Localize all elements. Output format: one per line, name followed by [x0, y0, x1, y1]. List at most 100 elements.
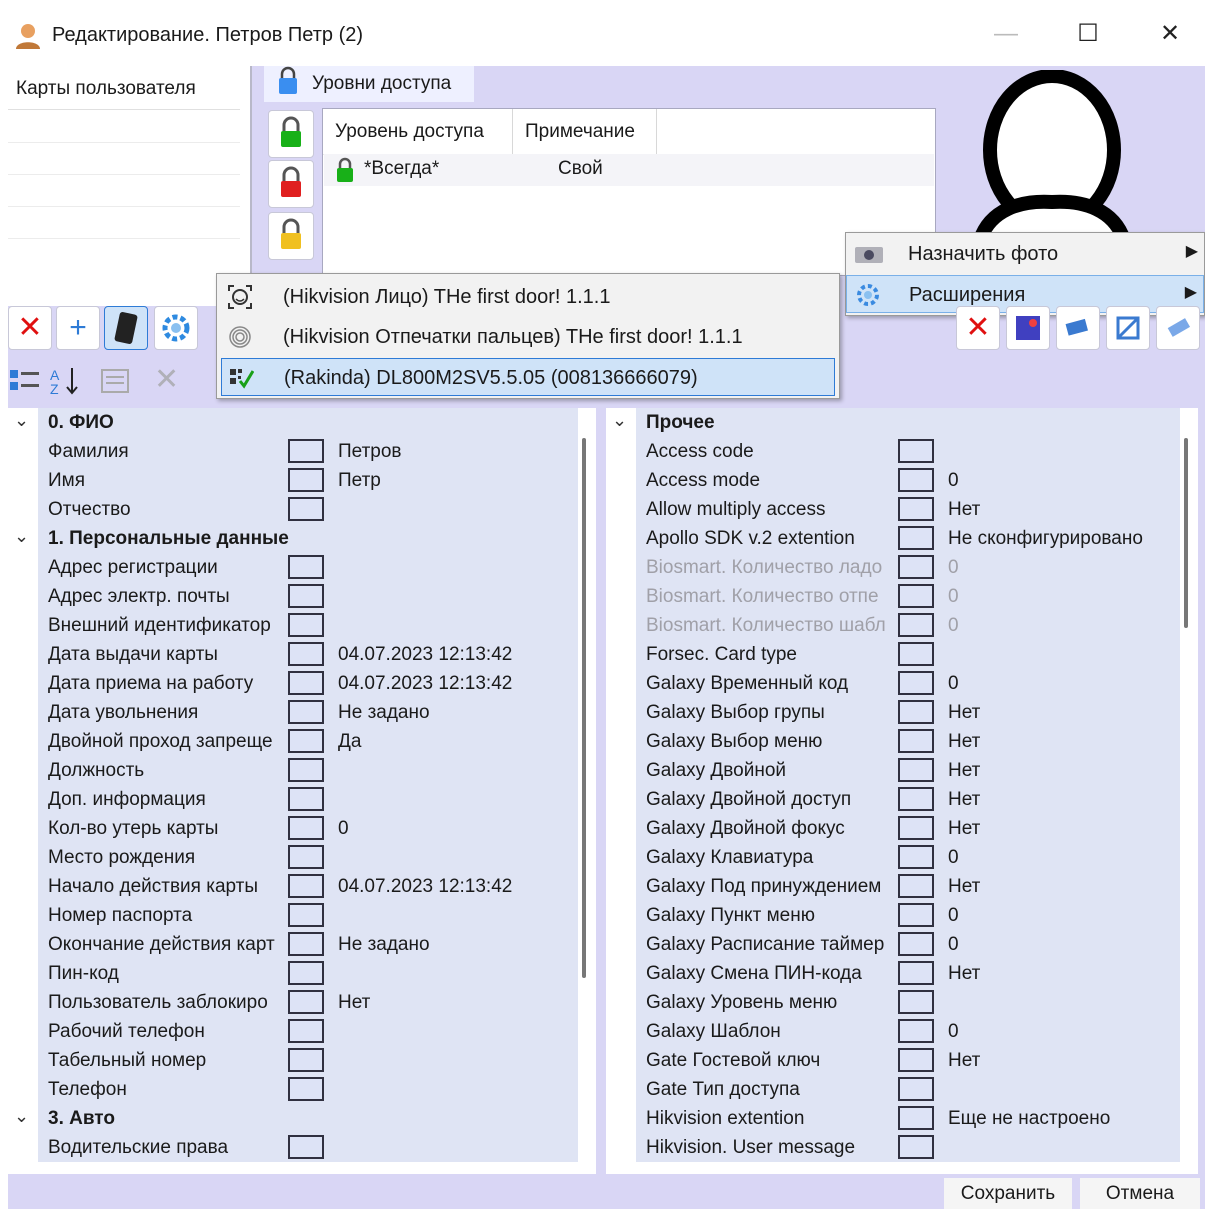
property-flag-box[interactable]: [288, 932, 324, 956]
table-row[interactable]: *Всегда* Свой: [324, 154, 934, 186]
category-row[interactable]: ⌄ 0. ФИО: [8, 408, 596, 437]
property-flag-box[interactable]: [288, 642, 324, 666]
partial-access-button[interactable]: [268, 212, 314, 260]
property-row[interactable]: Biosmart. Количество ладо 0: [606, 553, 1198, 582]
property-flag-box[interactable]: [898, 584, 934, 608]
chevron-down-icon[interactable]: ⌄: [14, 1106, 29, 1127]
menu-item-assign-photo[interactable]: Назначить фото ▶: [846, 235, 1204, 273]
property-row[interactable]: Galaxy Пункт меню 0: [606, 901, 1198, 930]
property-flag-box[interactable]: [898, 1135, 934, 1159]
property-flag-box[interactable]: [898, 961, 934, 985]
property-value[interactable]: Нет: [948, 963, 980, 985]
property-row[interactable]: Galaxy Смена ПИН-кода Нет: [606, 959, 1198, 988]
property-row[interactable]: Galaxy Под принуждением Нет: [606, 872, 1198, 901]
property-flag-box[interactable]: [898, 1019, 934, 1043]
property-flag-box[interactable]: [288, 468, 324, 492]
property-flag-box[interactable]: [288, 671, 324, 695]
category-row[interactable]: ⌄ Прочее: [606, 408, 1198, 437]
property-flag-box[interactable]: [288, 555, 324, 579]
property-row[interactable]: Дата выдачи карты 04.07.2023 12:13:42: [8, 640, 596, 669]
photo-edit-button[interactable]: [1006, 306, 1050, 350]
property-row[interactable]: Forsec. Card type: [606, 640, 1198, 669]
chevron-down-icon[interactable]: ⌄: [612, 410, 627, 431]
property-flag-box[interactable]: [288, 961, 324, 985]
property-flag-box[interactable]: [288, 1048, 324, 1072]
property-row[interactable]: Внешний идентификатор: [8, 611, 596, 640]
property-row[interactable]: Access code: [606, 437, 1198, 466]
property-row[interactable]: Пин-код: [8, 959, 596, 988]
property-flag-box[interactable]: [898, 1106, 934, 1130]
property-value[interactable]: Петров: [338, 441, 402, 463]
property-row[interactable]: Galaxy Двойной Нет: [606, 756, 1198, 785]
property-flag-box[interactable]: [288, 903, 324, 927]
property-value[interactable]: Не задано: [338, 934, 430, 956]
property-row[interactable]: Фамилия Петров: [8, 437, 596, 466]
property-value[interactable]: Нет: [948, 818, 980, 840]
property-flag-box[interactable]: [288, 584, 324, 608]
property-row[interactable]: Galaxy Клавиатура 0: [606, 843, 1198, 872]
property-row[interactable]: Номер паспорта: [8, 901, 596, 930]
property-row[interactable]: Водительские права: [8, 1133, 596, 1162]
property-row[interactable]: Galaxy Шаблон 0: [606, 1017, 1198, 1046]
cancel-button[interactable]: Отмена: [1080, 1178, 1200, 1209]
property-row[interactable]: Должность: [8, 756, 596, 785]
property-value[interactable]: Нет: [948, 789, 980, 811]
property-value[interactable]: 0: [948, 673, 959, 695]
property-value[interactable]: 0: [948, 615, 959, 637]
property-flag-box[interactable]: [288, 990, 324, 1014]
category-row[interactable]: ⌄ 3. Авто: [8, 1104, 596, 1133]
property-value[interactable]: Нет: [948, 702, 980, 724]
card-settings-button[interactable]: [154, 306, 198, 350]
property-flag-box[interactable]: [898, 1048, 934, 1072]
property-value[interactable]: 04.07.2023 12:13:42: [338, 644, 512, 666]
property-flag-box[interactable]: [898, 642, 934, 666]
scrollbar-thumb[interactable]: [1184, 438, 1188, 628]
property-value[interactable]: Нет: [338, 992, 370, 1014]
property-value[interactable]: 04.07.2023 12:13:42: [338, 876, 512, 898]
property-value[interactable]: 0: [948, 1021, 959, 1043]
property-value[interactable]: Не задано: [338, 702, 430, 724]
property-value[interactable]: Петр: [338, 470, 381, 492]
eraser-button[interactable]: [1156, 306, 1200, 350]
property-flag-box[interactable]: [898, 874, 934, 898]
property-row[interactable]: Место рождения: [8, 843, 596, 872]
property-flag-box[interactable]: [898, 439, 934, 463]
alphabetical-sort-button[interactable]: A Z: [48, 362, 82, 398]
property-row[interactable]: Allow multiply access Нет: [606, 495, 1198, 524]
property-flag-box[interactable]: [898, 613, 934, 637]
property-row[interactable]: Имя Петр: [8, 466, 596, 495]
property-row[interactable]: Доп. информация: [8, 785, 596, 814]
camera-capture-button[interactable]: [1056, 306, 1100, 350]
property-flag-box[interactable]: [288, 497, 324, 521]
deny-access-button[interactable]: [268, 160, 314, 208]
property-flag-box[interactable]: [898, 468, 934, 492]
add-card-button[interactable]: +: [56, 306, 100, 350]
property-flag-box[interactable]: [898, 758, 934, 782]
property-flag-box[interactable]: [898, 700, 934, 724]
property-flag-box[interactable]: [288, 758, 324, 782]
property-row[interactable]: Адрес электр. почты: [8, 582, 596, 611]
property-row[interactable]: Табельный номер: [8, 1046, 596, 1075]
property-pages-button[interactable]: [96, 362, 136, 398]
chevron-down-icon[interactable]: ⌄: [14, 410, 29, 431]
chevron-down-icon[interactable]: ⌄: [14, 526, 29, 547]
property-row[interactable]: Двойной проход запреще Да: [8, 727, 596, 756]
delete-photo-button[interactable]: ✕: [956, 306, 1000, 350]
property-row[interactable]: Galaxy Выбор меню Нет: [606, 727, 1198, 756]
property-value[interactable]: 0: [948, 470, 959, 492]
save-button[interactable]: Сохранить: [944, 1178, 1072, 1209]
property-flag-box[interactable]: [288, 1077, 324, 1101]
property-row[interactable]: Gate Гостевой ключ Нет: [606, 1046, 1198, 1075]
property-row[interactable]: Biosmart. Количество отпе 0: [606, 582, 1198, 611]
property-value[interactable]: 0: [948, 934, 959, 956]
property-row[interactable]: Пользователь заблокиро Нет: [8, 988, 596, 1017]
menu-item-hikvision-fingerprint[interactable]: (Hikvision Отпечатки пальцев) THe first …: [221, 318, 835, 356]
property-value[interactable]: 0: [948, 557, 959, 579]
property-row[interactable]: Окончание действия карт Не задано: [8, 930, 596, 959]
property-row[interactable]: Galaxy Расписание таймер 0: [606, 930, 1198, 959]
property-value[interactable]: 0: [948, 586, 959, 608]
property-flag-box[interactable]: [288, 787, 324, 811]
left-property-grid[interactable]: ⌄ 0. ФИО Фамилия Петров Имя Петр Отчество ⌄ 1. П…: [8, 408, 596, 1174]
property-value[interactable]: Не сконфигурировано: [948, 528, 1143, 550]
property-flag-box[interactable]: [898, 845, 934, 869]
